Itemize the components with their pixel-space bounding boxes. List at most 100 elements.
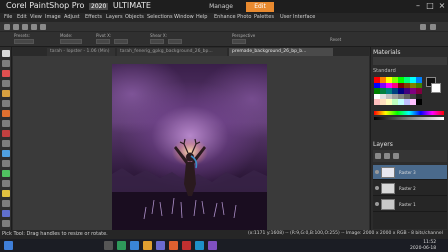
red-eye-tool-icon[interactable] (2, 110, 10, 117)
menu-edit[interactable]: Edit (17, 14, 27, 20)
document-tab-2[interactable]: tarah_fenerig_gpkg_background_26_bp... (117, 48, 227, 56)
color-spectrum[interactable] (374, 111, 444, 115)
clock[interactable]: 11:52 2020-06-18 (410, 240, 436, 251)
move-tool-icon[interactable] (2, 80, 10, 87)
smudge-tool-icon[interactable] (2, 160, 10, 167)
presets-dropdown[interactable] (14, 39, 34, 44)
document-tab-1[interactable]: tarah - lopster - 1.06 (Min) (47, 48, 115, 56)
eye-icon[interactable] (375, 170, 379, 174)
save-icon[interactable] (22, 24, 28, 30)
grayscale-ramp[interactable] (374, 117, 444, 120)
eye-icon[interactable] (375, 202, 379, 206)
menu-image[interactable]: Image (45, 14, 61, 20)
paintshop-icon[interactable] (169, 241, 178, 250)
open-icon[interactable] (13, 24, 19, 30)
help-icon[interactable] (430, 24, 436, 30)
taskbar: 11:52 2020-06-18 (0, 239, 448, 252)
app-icon[interactable] (182, 241, 191, 250)
layer-name: Raster 2 (399, 186, 416, 191)
shear-label: Shear X: (150, 33, 167, 38)
document-tabs: tarah - lopster - 1.06 (Min) tarah_fener… (13, 47, 369, 56)
fg-bg-colors[interactable] (426, 77, 442, 107)
pivot-y-field[interactable] (114, 39, 128, 44)
perspective-label: Perspective (232, 33, 256, 38)
close-icon[interactable]: × (436, 1, 448, 11)
fill-tool-icon[interactable] (2, 190, 10, 197)
makeover-tool-icon[interactable] (2, 120, 10, 127)
layer-row[interactable]: Raster 1 (373, 197, 447, 212)
search-icon[interactable] (104, 241, 113, 250)
menu-bar: File Edit View Image Adjust Effects Laye… (0, 13, 448, 22)
store-icon[interactable] (156, 241, 165, 250)
delete-layer-icon[interactable] (384, 153, 390, 159)
menu-view[interactable]: View (30, 14, 42, 20)
windows-start-icon[interactable] (4, 241, 13, 250)
presets-label: Presets: (14, 33, 30, 38)
menu-enhance-photo[interactable]: Enhance Photo (214, 14, 251, 20)
menu-window[interactable]: Window (174, 14, 194, 20)
selection-tool-icon[interactable] (2, 90, 10, 97)
layer-thumbnail (381, 183, 395, 194)
app-icon[interactable] (117, 241, 126, 250)
shear-x-field[interactable] (150, 39, 164, 44)
crop-tool-icon[interactable] (2, 70, 10, 77)
document-tab-3[interactable]: premade_background_26_bp_b... (229, 48, 333, 56)
menu-palettes[interactable]: Palettes (254, 14, 274, 20)
mode-dropdown[interactable] (60, 39, 82, 44)
menu-file[interactable]: File (4, 14, 12, 20)
dropper-tool-icon[interactable] (2, 100, 10, 107)
layers-list: Raster 3 Raster 2 Raster 1 (373, 165, 447, 229)
tab-edit[interactable]: Edit (246, 2, 274, 12)
undo-icon[interactable] (31, 24, 37, 30)
workspace[interactable]: tarah - lopster - 1.06 (Min) tarah_fener… (13, 47, 369, 230)
menu-selections[interactable]: Selections (147, 14, 173, 20)
menu-objects[interactable]: Objects (125, 14, 144, 20)
layer-options-icon[interactable] (393, 153, 399, 159)
document-image[interactable] (112, 64, 267, 230)
eye-icon[interactable] (375, 186, 379, 190)
shear-y-field[interactable] (168, 39, 182, 44)
new-icon[interactable] (4, 24, 10, 30)
menu-effects[interactable]: Effects (85, 14, 102, 20)
dodge-tool-icon[interactable] (2, 150, 10, 157)
new-layer-icon[interactable] (375, 153, 381, 159)
layer-name: Raster 3 (399, 170, 416, 175)
materials-tabbar (373, 57, 447, 65)
scratch-remover-icon[interactable] (2, 140, 10, 147)
text-tool-icon[interactable] (2, 200, 10, 207)
edge-icon[interactable] (130, 241, 139, 250)
pivot-label: Pivot X: (96, 33, 112, 38)
settings-icon[interactable] (420, 24, 426, 30)
shape-tool-icon[interactable] (2, 210, 10, 217)
perspective-field[interactable] (232, 39, 246, 44)
folder-icon[interactable] (143, 241, 152, 250)
tab-manage[interactable]: Manage (207, 2, 235, 12)
redo-icon[interactable] (40, 24, 46, 30)
layer-row[interactable]: Raster 3 (373, 165, 447, 180)
photo-content (112, 138, 267, 230)
menu-help[interactable]: Help (196, 14, 207, 20)
color-swatch[interactable] (416, 99, 422, 105)
swatch-grid[interactable] (374, 77, 422, 105)
pan-tool-icon[interactable] (2, 60, 10, 67)
reset-button[interactable]: Reset (330, 37, 341, 42)
menu-user-interface[interactable]: User Interface (280, 14, 315, 20)
pick-tool-icon[interactable] (2, 50, 10, 57)
pen-tool-icon[interactable] (2, 220, 10, 227)
app-icon[interactable] (195, 241, 204, 250)
clone-tool-icon[interactable] (2, 130, 10, 137)
menu-adjust[interactable]: Adjust (64, 14, 80, 20)
tools-toolbar (0, 47, 12, 230)
maximize-icon[interactable]: □ (424, 1, 436, 11)
eraser-tool-icon[interactable] (2, 180, 10, 187)
pivot-x-field[interactable] (96, 39, 110, 44)
app-icon[interactable] (208, 241, 217, 250)
paint-brush-icon[interactable] (2, 170, 10, 177)
title-edition: ULTIMATE (112, 1, 151, 10)
title-app: PaintShop Pro (29, 1, 85, 10)
layer-row[interactable]: Raster 2 (373, 181, 447, 196)
materials-tab-standard[interactable]: Standard (373, 68, 396, 74)
minimize-icon[interactable]: – (412, 1, 424, 11)
status-image-info: (x:1171 y:1608) -- (R:9,G:0,B:100,O:255)… (248, 231, 443, 236)
menu-layers[interactable]: Layers (106, 14, 123, 20)
